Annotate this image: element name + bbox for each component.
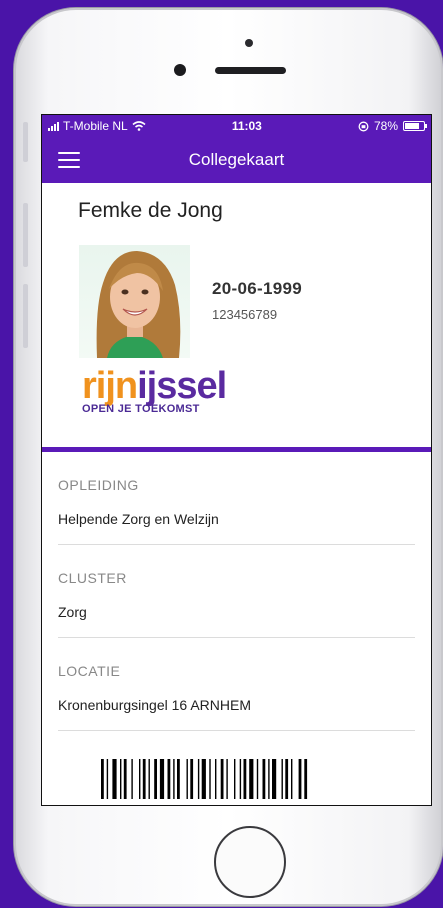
volume-up-button xyxy=(23,203,28,267)
proximity-sensor xyxy=(245,39,253,47)
detail-value: Helpende Zorg en Welzijn xyxy=(58,511,219,527)
volume-down-button xyxy=(23,284,28,348)
app-screen: T-Mobile NL 11:03 78% Collegekaart Femke… xyxy=(41,114,432,806)
carrier-name: T-Mobile NL xyxy=(63,119,128,133)
battery-icon xyxy=(403,121,427,131)
hamburger-icon[interactable] xyxy=(58,152,80,173)
navigation-bar: Collegekaart xyxy=(42,137,431,183)
detail-value: Kronenburgsingel 16 ARNHEM xyxy=(58,697,251,713)
wifi-icon xyxy=(132,121,146,131)
student-name: Femke de Jong xyxy=(78,199,223,222)
logo-wordmark: rijnijssel xyxy=(82,365,227,407)
detail-label: LOCATIE xyxy=(58,663,121,679)
detail-locatie: LOCATIE Kronenburgsingel 16 ARNHEM xyxy=(58,638,415,731)
student-number: 123456789 xyxy=(212,307,278,322)
front-camera xyxy=(174,64,186,76)
detail-label: OPLEIDING xyxy=(58,477,139,493)
signal-strength-icon xyxy=(48,121,59,131)
rotation-lock-icon xyxy=(358,121,369,131)
home-button[interactable] xyxy=(214,826,286,898)
detail-cluster: CLUSTER Zorg xyxy=(58,545,415,638)
status-bar: T-Mobile NL 11:03 78% xyxy=(42,115,431,137)
detail-value: Zorg xyxy=(58,604,87,620)
barcode xyxy=(101,759,308,799)
detail-label: CLUSTER xyxy=(58,570,127,586)
earpiece-speaker xyxy=(215,67,286,74)
student-card: Femke de Jong 20-06-1999 123456789 rijni… xyxy=(42,183,431,452)
detail-opleiding: OPLEIDING Helpende Zorg en Welzijn xyxy=(58,452,415,545)
student-photo xyxy=(79,245,190,358)
clock-time: 11:03 xyxy=(231,119,262,133)
birthdate: 20-06-1999 xyxy=(212,279,302,298)
page-title: Collegekaart xyxy=(188,150,285,169)
battery-percentage: 78% xyxy=(373,119,398,133)
school-logo: rijnijssel OPEN JE TOEKOMST xyxy=(82,365,227,415)
mute-switch xyxy=(23,122,28,162)
